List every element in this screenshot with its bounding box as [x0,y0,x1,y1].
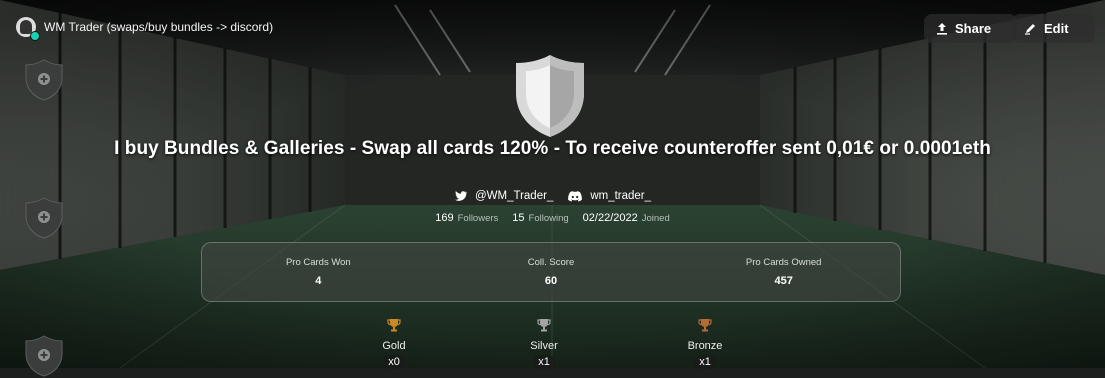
profile-header[interactable]: WM Trader (swaps/buy bundles -> discord) [16,17,273,37]
pro-cards-owned-label: Pro Cards Owned [745,257,822,268]
discord-link[interactable]: wm_trader_ [568,190,651,202]
trophy-silver-count: x1 [533,355,555,369]
following-stat[interactable]: 15 Following [512,212,568,224]
trophy-gold-label: Gold [382,340,406,352]
pro-cards-won-label: Pro Cards Won [285,257,351,268]
online-status-dot [30,31,40,41]
share-button[interactable]: Share [924,14,1017,43]
shield-icon [25,59,63,101]
pro-cards-won: Pro Cards Won 4 [202,243,435,301]
trophy-gold: Gold x0 [349,318,439,370]
discord-handle: wm_trader_ [590,190,652,202]
trophy-bronze-label: Bronze [687,340,723,352]
collection-score: Coll. Score 60 [435,243,668,301]
edit-label: Edit [1044,21,1069,36]
followers-count: 169 [435,212,454,224]
pro-cards-owned-value: 457 [774,275,793,287]
edit-button[interactable]: Edit [1012,14,1095,43]
following-label: Following [528,213,569,224]
twitter-link[interactable]: @WM_Trader_ [454,190,553,202]
coll-score-label: Coll. Score [527,257,575,268]
share-label: Share [955,21,992,36]
twitter-handle: @WM_Trader_ [474,190,554,202]
social-links: @WM_Trader_ wm_trader_ [0,190,1105,202]
trophy-icon [387,319,401,332]
followers-label: Followers [457,213,499,224]
twitter-icon [454,190,467,201]
profile-shield-emblem [513,52,587,140]
joined-date: 02/22/2022 [582,212,638,224]
profile-bio-headline: I buy Bundles & Galleries - Swap all car… [114,138,991,159]
top-bar: WM Trader (swaps/buy bundles -> discord)… [0,0,1105,58]
pro-cards-owned: Pro Cards Owned 457 [667,243,900,301]
profile-stats: 169 Followers 15 Following 02/22/2022 Jo… [0,212,1105,224]
following-count: 15 [512,212,525,224]
trophy-silver: Silver x1 [499,318,589,370]
followers-stat[interactable]: 169 Followers [435,212,498,224]
trophy-silver-label: Silver [530,340,558,352]
edit-icon [1025,24,1035,35]
trophy-row: Gold x0 Silver x1 Bronze x1 [0,318,1105,370]
score-panel: Pro Cards Won 4 Coll. Score 60 Pro Cards… [201,242,901,302]
side-shield-badge[interactable] [24,58,64,102]
trophy-bronze-count: x1 [694,355,716,369]
trophy-icon [698,319,712,332]
share-icon [937,23,947,35]
profile-name: WM Trader (swaps/buy bundles -> discord) [44,20,274,34]
pro-cards-won-value: 4 [315,275,322,287]
joined-label: Joined [641,213,670,224]
joined-stat: 02/22/2022 Joined [583,212,670,224]
coll-score-value: 60 [544,275,558,287]
trophy-bronze: Bronze x1 [660,318,750,370]
shield-icon [516,55,584,137]
trophy-gold-count: x0 [383,355,405,369]
trophy-icon [537,319,551,332]
discord-icon [568,190,583,201]
